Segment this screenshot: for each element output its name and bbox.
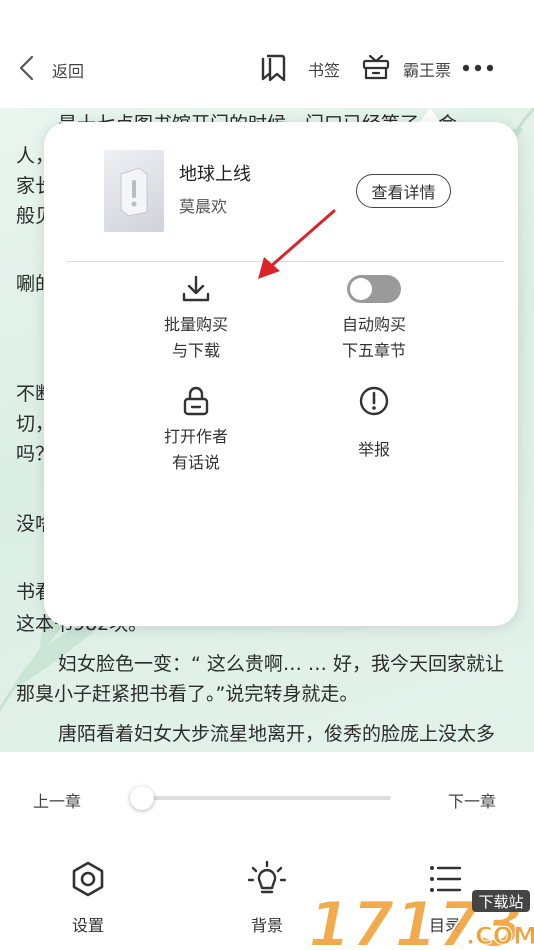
- report-button[interactable]: 举报: [309, 384, 439, 463]
- more-menu-popup: 地球上线 莫晨欢 查看详情 批量购买 与下载 自动购买 下五章节 打开作者 有话…: [44, 122, 518, 626]
- book-cover[interactable]: [104, 150, 164, 232]
- auto-buy-toggle[interactable]: [347, 275, 401, 303]
- back-label: 返回: [52, 62, 85, 81]
- settings-hexagon-icon: [72, 861, 104, 897]
- next-chapter-button[interactable]: 下一章: [448, 788, 496, 812]
- more-button[interactable]: [462, 60, 496, 74]
- lock-icon: [179, 384, 213, 418]
- auto-buy-setting: 自动购买 下五章节: [309, 272, 439, 364]
- book-placeholder-icon: [120, 167, 148, 216]
- text-line: 唐陌看着妇女大步流星地离开，俊秀的脸庞上没太多: [58, 723, 496, 745]
- previous-chapter-button[interactable]: 上一章: [33, 788, 81, 812]
- chapter-progress-slider[interactable]: [143, 796, 391, 800]
- alert-circle-icon: [357, 384, 391, 418]
- batch-label-line2: 与下载: [171, 341, 220, 360]
- popup-pointer: [420, 108, 440, 122]
- batch-buy-download-button[interactable]: 批量购买 与下载: [131, 272, 261, 364]
- report-label: 举报: [357, 440, 390, 459]
- bookmark-button[interactable]: 书签: [258, 52, 340, 86]
- author-notes-button[interactable]: 打开作者 有话说: [131, 384, 261, 476]
- svg-text:.COM: .COM: [466, 922, 534, 950]
- top-bar: 返回 书签 霸王票: [0, 0, 534, 108]
- svg-text:下载站: 下载站: [478, 893, 523, 911]
- slider-handle[interactable]: [130, 786, 154, 810]
- annotation-arrow-icon: [258, 209, 336, 279]
- back-arrow-icon: [18, 55, 36, 85]
- download-icon: [179, 272, 213, 306]
- more-dots-icon: [462, 64, 494, 72]
- settings-label: 设置: [71, 916, 104, 935]
- settings-button[interactable]: 设置: [48, 860, 128, 936]
- book-author: 莫晨欢: [179, 197, 228, 216]
- auto-buy-label-line1: 自动购买: [341, 315, 406, 334]
- book-title[interactable]: 地球上线: [179, 160, 251, 186]
- lightbulb-icon: [248, 860, 286, 894]
- author-notes-label-line1: 打开作者: [163, 427, 228, 446]
- background-button[interactable]: 背景: [227, 860, 307, 936]
- site-watermark-logo: 17173 下载站 .COM: [307, 887, 534, 950]
- auto-buy-label-line2: 下五章节: [341, 341, 406, 360]
- bookmark-icon: [258, 52, 290, 86]
- ticket-button[interactable]: 霸王票: [361, 52, 451, 86]
- background-label: 背景: [250, 916, 283, 935]
- toggle-knob: [350, 278, 372, 300]
- view-details-button[interactable]: 查看详情: [356, 174, 451, 208]
- text-line: 妇女脸色一变：“ 这么贵啊… … 好，我今天回家就让: [58, 653, 504, 675]
- back-button[interactable]: 返回: [18, 55, 84, 85]
- text-line: 那臭小子赶紧把书看了。”说完转身就走。: [16, 683, 359, 705]
- bookmark-label: 书签: [308, 61, 341, 80]
- author-notes-label-line2: 有话说: [171, 453, 220, 472]
- gift-icon: [361, 52, 391, 86]
- batch-label-line1: 批量购买: [163, 315, 228, 334]
- ticket-label: 霸王票: [403, 61, 452, 80]
